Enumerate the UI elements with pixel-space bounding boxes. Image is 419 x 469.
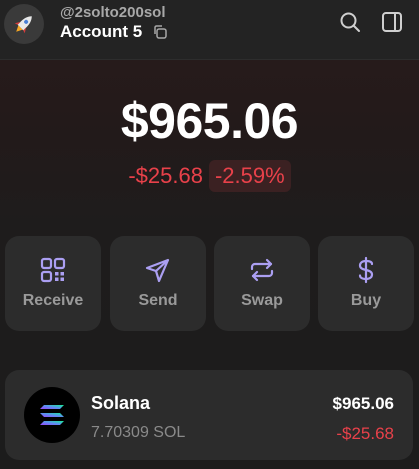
balance-change: -$25.68 -2.59%	[0, 160, 419, 192]
total-balance: $965.06	[120, 93, 299, 149]
rocket-icon	[14, 16, 32, 34]
account-selector[interactable]: Account 5	[60, 22, 168, 42]
change-amount: -$25.68	[128, 163, 203, 188]
search-icon[interactable]	[338, 10, 362, 34]
token-row-solana[interactable]: Solana 7.70309 SOL $965.06 -$25.68	[5, 370, 413, 460]
send-button[interactable]: Send	[110, 236, 206, 331]
wallet-app: @2solto200sol Account 5 $965.06 -$25.68 …	[0, 0, 419, 469]
receive-label: Receive	[22, 292, 84, 309]
account-avatar[interactable]	[4, 4, 44, 44]
token-change: -$25.68	[336, 424, 394, 443]
solana-logo-icon	[24, 387, 80, 443]
swap-button[interactable]: Swap	[214, 236, 310, 331]
solana-bars-icon	[40, 405, 64, 425]
buy-button[interactable]: Buy	[318, 236, 414, 331]
header: @2solto200sol Account 5	[0, 0, 419, 60]
copy-icon[interactable]	[152, 24, 168, 40]
receive-button[interactable]: Receive	[5, 236, 101, 331]
swap-label: Swap	[241, 292, 283, 309]
buy-label: Buy	[350, 292, 382, 309]
sidebar-panel-icon[interactable]	[380, 10, 404, 34]
username: @2solto200sol	[60, 4, 166, 21]
token-value: $965.06	[332, 394, 394, 413]
qr-code-icon	[40, 257, 66, 283]
token-quantity: 7.70309 SOL	[91, 424, 186, 441]
send-label: Send	[138, 292, 178, 309]
send-icon	[145, 258, 170, 283]
change-percent-badge: -2.59%	[208, 160, 291, 192]
swap-icon	[250, 258, 274, 282]
dollar-icon	[358, 256, 374, 284]
account-name: Account 5	[60, 22, 143, 41]
token-name: Solana	[91, 393, 151, 413]
